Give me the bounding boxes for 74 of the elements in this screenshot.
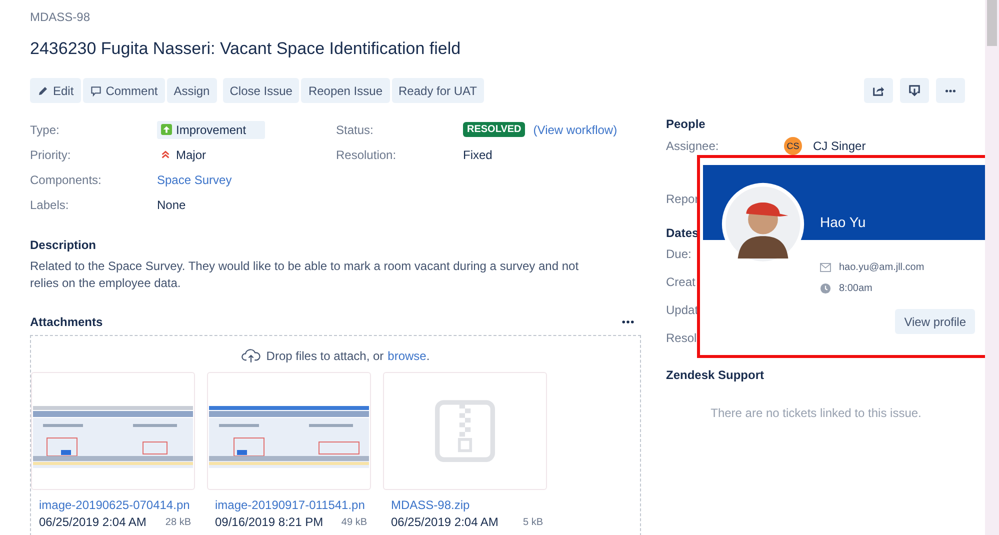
type-text: Improvement (176, 122, 246, 136)
share-button[interactable] (864, 78, 893, 103)
field-label: Assignee: (666, 139, 720, 153)
scrollbar-thumb[interactable] (987, 0, 997, 46)
share-icon (872, 84, 885, 97)
more-icon[interactable] (621, 319, 635, 325)
field-label: Components: (30, 172, 102, 186)
clock-icon (820, 283, 831, 294)
section-heading: Zendesk Support (666, 368, 766, 382)
field-label: Priority: (30, 148, 72, 162)
file-size: 5 kB (522, 516, 543, 528)
attachment-thumbnail[interactable] (383, 372, 547, 490)
drop-text-end: . (426, 348, 430, 362)
field-label: Resolution: (336, 148, 398, 162)
drop-text: Drop files to attach, or (266, 348, 384, 362)
file-name-link[interactable]: image-20190625-070414.pn (39, 498, 195, 512)
toolbar-button[interactable]: Close Issue (222, 78, 300, 103)
type-value[interactable]: Improvement (157, 120, 265, 138)
double-chevron-icon (160, 149, 171, 160)
attachment-thumbnail[interactable] (207, 372, 371, 490)
more-button[interactable] (936, 78, 965, 103)
toolbar-button[interactable]: Ready for UAT (392, 78, 484, 103)
file-date: 06/25/2019 2:04 AM (39, 515, 146, 529)
more-icon (944, 88, 957, 94)
field-value: None (157, 198, 186, 212)
cloud-upload-icon (241, 348, 262, 363)
issue-title: 2436230 Fugita Nasseri: Vacant Space Identification field (30, 38, 462, 60)
field-label: Updat (666, 303, 698, 317)
section-heading: Attachments (30, 315, 103, 329)
issue-key[interactable]: MDASS-98 (30, 9, 985, 25)
view-profile-button[interactable]: View profile (895, 309, 975, 334)
toolbar-button[interactable]: Assign (166, 78, 217, 103)
toolbar-button[interactable]: Reopen Issue (301, 78, 390, 103)
file-date: 06/25/2019 2:04 AM (391, 515, 498, 529)
dropzone[interactable]: Drop files to attach, or browse. image-20190625-070414.pn 06/25/2019 2:04 AM 28 kB image-20190917-011541.pn 09/16/2019 8:21 PM 49 kB MDASS-98.zip 06/25/2019 2:04 AM 5 kB (30, 335, 641, 535)
export-button[interactable] (900, 78, 929, 103)
field-value: Major (176, 148, 206, 162)
section-heading: People (666, 117, 706, 131)
status-lozenge: RESOLVED (463, 122, 526, 137)
file-size: 28 kB (165, 516, 191, 528)
envelope-icon (820, 262, 831, 273)
component-link[interactable]: Space Survey (157, 172, 232, 186)
pencil-icon (37, 84, 49, 96)
toolbar-button[interactable]: Edit (30, 78, 81, 103)
assignee-avatar: CS (784, 137, 802, 155)
field-value: Fixed (463, 148, 492, 162)
field-label: Due: (666, 247, 692, 261)
profile-time: 8:00am (839, 283, 872, 294)
field-label: Status: (336, 122, 374, 136)
profile-email[interactable]: hao.yu@am.jll.com (839, 262, 924, 273)
attachment-thumbnail[interactable] (31, 372, 195, 490)
field-label: Creat (666, 275, 696, 289)
file-date: 09/16/2019 8:21 PM (215, 515, 324, 529)
browse-link[interactable]: browse (388, 348, 426, 362)
file-size: 49 kB (341, 516, 367, 528)
field-label: Type: (30, 122, 60, 136)
profile-name: Hao Yu (820, 214, 866, 230)
section-heading: Description (30, 238, 98, 252)
scrollbar[interactable] (985, 0, 999, 535)
field-label: Resol (666, 331, 697, 345)
file-name-link[interactable]: MDASS-98.zip (391, 498, 547, 512)
field-label: Repor (666, 192, 700, 206)
download-icon (908, 84, 921, 97)
file-name-link[interactable]: image-20190917-011541.pn (215, 498, 371, 512)
section-heading: Dates (666, 226, 700, 240)
comment-icon (90, 84, 102, 96)
empty-message: There are no tickets linked to this issue. (710, 406, 922, 420)
field-label: Labels: (30, 198, 70, 212)
zip-file-icon (435, 400, 495, 462)
assignee-name[interactable]: CJ Singer (813, 139, 866, 153)
toolbar-button[interactable]: Comment (82, 78, 165, 103)
description-text: Related to the Space Survey. They would like to be able to mark a room vacant during a survey and not relies on the employee data. (30, 258, 580, 292)
workflow-link[interactable]: (View workflow) (533, 122, 618, 136)
arrow-up-icon (161, 124, 172, 135)
